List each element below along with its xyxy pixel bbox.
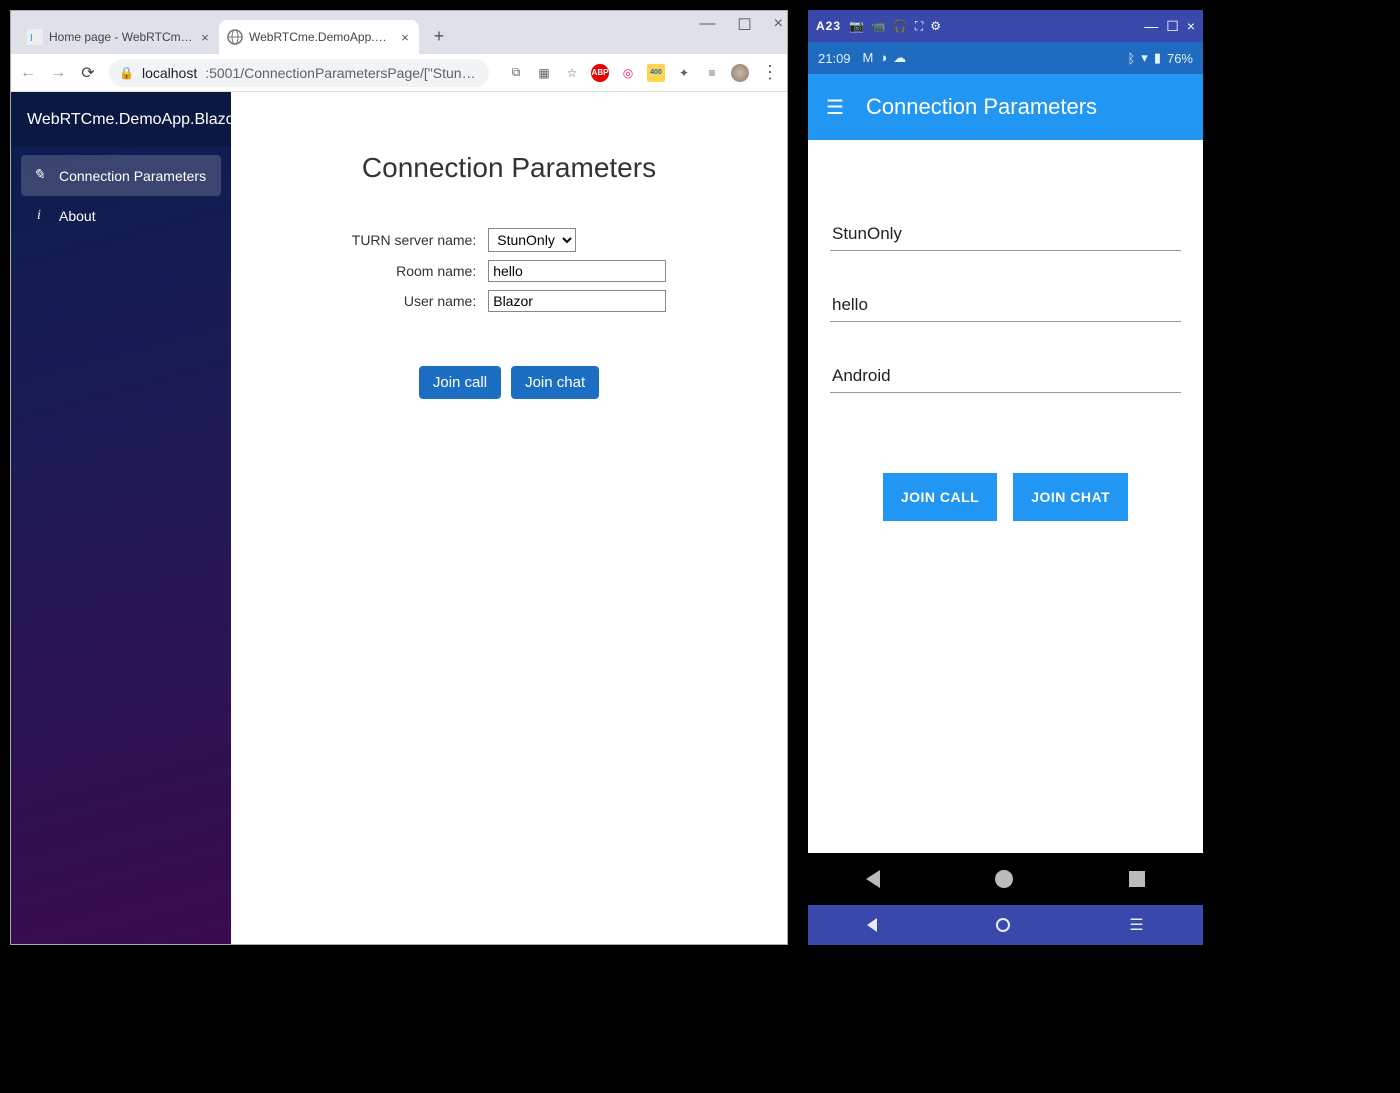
android-turn-server-input[interactable]: [830, 214, 1181, 251]
back-button-icon[interactable]: ←: [19, 64, 37, 82]
emu-camera-icon[interactable]: 📷: [849, 19, 864, 34]
android-emulator-window: A23 📷 📹 🎧 ⛶ ⚙ — ☐ × 21:09 M ◑ ☁: [808, 10, 1203, 945]
status-clock: 21:09: [818, 51, 851, 66]
turn-server-select[interactable]: StunOnly: [488, 228, 576, 252]
emu-settings-icon[interactable]: ⚙: [930, 19, 941, 34]
emu-nav-back-icon[interactable]: [867, 918, 877, 932]
wifi-icon: ▾: [1141, 50, 1148, 66]
status-bar: 21:09 M ◑ ☁ ᛒ ▾ ▮ 76%: [808, 42, 1203, 74]
devices-icon[interactable]: ⧉: [507, 64, 525, 82]
gmail-notif-icon: M: [863, 50, 874, 66]
browser-tab-1[interactable]: I Home page - WebRTCme.Signall ×: [19, 20, 219, 54]
main-content: Connection Parameters TURN server name: …: [231, 92, 787, 944]
address-bar[interactable]: 🔒 localhost :5001/ConnectionParametersPa…: [109, 59, 489, 87]
connection-form: TURN server name: StunOnly Room name: Us…: [346, 224, 672, 316]
emu-nav-home-icon[interactable]: [996, 918, 1010, 932]
lock-icon: 🔒: [119, 66, 134, 80]
phone-screen: 21:09 M ◑ ☁ ᛒ ▾ ▮ 76% ☰ Connection Param…: [808, 42, 1203, 945]
emu-nav-menu-icon[interactable]: ☰: [1129, 915, 1143, 935]
pencil-icon: ✎: [31, 167, 47, 184]
url-host: localhost: [142, 65, 197, 81]
room-name-label: Room name:: [346, 256, 482, 286]
sidebar-item-about[interactable]: i About: [21, 196, 221, 236]
emu-fullscreen-icon[interactable]: ⛶: [915, 19, 923, 34]
tab2-close-icon[interactable]: ×: [399, 30, 411, 45]
star-icon[interactable]: ☆: [563, 64, 581, 82]
tab1-close-icon[interactable]: ×: [199, 30, 211, 45]
url-path: :5001/ConnectionParametersPage/["StunOnl…: [205, 65, 479, 81]
sidebar-item-connection-parameters[interactable]: ✎ Connection Parameters: [21, 155, 221, 196]
tab1-favicon-icon: I: [27, 29, 43, 45]
android-join-call-button[interactable]: JOIN CALL: [883, 473, 997, 521]
window-controls: — ☐ ×: [699, 15, 783, 35]
svg-text:I: I: [30, 33, 33, 44]
tab1-title: Home page - WebRTCme.Signall: [49, 30, 193, 44]
qr-icon[interactable]: ▦: [535, 64, 553, 82]
join-call-button[interactable]: Join call: [419, 366, 501, 399]
emulator-name: A23: [816, 19, 841, 33]
tab2-title: WebRTCme.DemoApp.Blazor.Wa: [249, 30, 393, 44]
reading-list-icon[interactable]: ≡: [703, 64, 721, 82]
info-icon: i: [31, 208, 47, 224]
android-recents-icon[interactable]: [1129, 871, 1145, 887]
emulator-maximize-icon[interactable]: ☐: [1166, 18, 1179, 35]
emulator-nav-bar: ☰: [808, 905, 1203, 945]
join-chat-button[interactable]: Join chat: [511, 366, 599, 399]
emu-video-icon[interactable]: 📹: [871, 19, 886, 34]
reload-button-icon[interactable]: ⟳: [79, 63, 97, 83]
bluetooth-icon: ᛒ: [1127, 51, 1135, 66]
user-name-input[interactable]: [488, 290, 666, 312]
cloud-notif-icon: ☁: [893, 50, 906, 66]
browser-toolbar: ← → ⟳ 🔒 localhost :5001/ConnectionParame…: [11, 54, 787, 92]
browser-title-bar: I Home page - WebRTCme.Signall × WebRTCm…: [11, 11, 787, 54]
sidebar-item-label: About: [59, 208, 96, 224]
emulator-close-icon[interactable]: ×: [1187, 18, 1195, 34]
emu-headphones-icon[interactable]: 🎧: [893, 19, 908, 34]
turn-server-label: TURN server name:: [346, 224, 482, 256]
puzzle-ext-icon[interactable]: ✦: [675, 64, 693, 82]
browser-tab-2[interactable]: WebRTCme.DemoApp.Blazor.Wa ×: [219, 20, 419, 54]
user-name-label: User name:: [346, 286, 482, 316]
app-brand: WebRTCme.DemoApp.Blazor: [11, 92, 231, 147]
forward-button-icon[interactable]: →: [49, 64, 67, 82]
abp-icon[interactable]: ABP: [591, 64, 609, 82]
tab2-favicon-icon: [227, 29, 243, 45]
battery-icon: ▮: [1154, 50, 1161, 66]
battery-percent: 76%: [1167, 51, 1193, 66]
sidebar: WebRTCme.DemoApp.Blazor ✎ Connection Par…: [11, 92, 231, 944]
window-close-icon[interactable]: ×: [774, 15, 783, 35]
extension-icons: ⧉ ▦ ☆ ABP ◎ 400 ✦ ≡: [507, 64, 749, 82]
android-main: JOIN CALL JOIN CHAT: [808, 140, 1203, 853]
window-maximize-icon[interactable]: ☐: [737, 15, 751, 35]
android-home-icon[interactable]: [995, 870, 1013, 888]
android-user-name-input[interactable]: [830, 356, 1181, 393]
page-title: Connection Parameters: [261, 152, 757, 184]
emulator-titlebar: A23 📷 📹 🎧 ⛶ ⚙ — ☐ ×: [808, 10, 1203, 42]
android-nav-bar: [808, 853, 1203, 905]
sync-notif-icon: ◑: [879, 50, 887, 66]
room-name-input[interactable]: [488, 260, 666, 282]
android-back-icon[interactable]: [866, 870, 880, 888]
sidebar-item-label: Connection Parameters: [59, 168, 206, 184]
ext-400-icon[interactable]: 400: [647, 64, 665, 82]
pink-ext-icon[interactable]: ◎: [619, 64, 637, 82]
chrome-menu-icon[interactable]: ⋮: [761, 62, 779, 83]
emulator-minimize-icon[interactable]: —: [1144, 18, 1158, 34]
app-bar: ☰ Connection Parameters: [808, 74, 1203, 140]
window-minimize-icon[interactable]: —: [699, 15, 715, 35]
android-room-name-input[interactable]: [830, 285, 1181, 322]
profile-avatar-icon[interactable]: [731, 64, 749, 82]
android-join-chat-button[interactable]: JOIN CHAT: [1013, 473, 1128, 521]
browser-window: I Home page - WebRTCme.Signall × WebRTCm…: [10, 10, 788, 945]
hamburger-menu-icon[interactable]: ☰: [826, 95, 844, 120]
app-bar-title: Connection Parameters: [866, 94, 1097, 120]
new-tab-button[interactable]: +: [425, 22, 453, 50]
